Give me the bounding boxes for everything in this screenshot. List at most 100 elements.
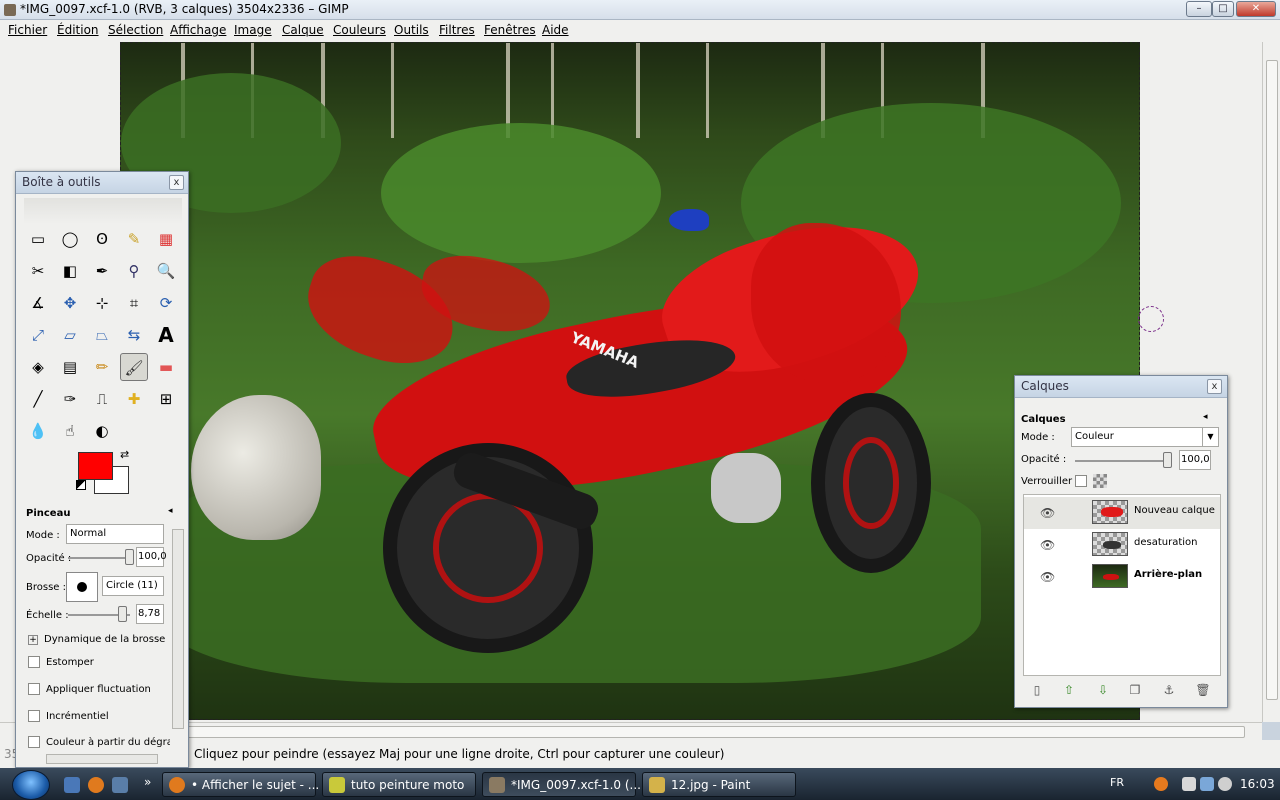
brush-dynamics-label[interactable]: Dynamique de la brosse <box>44 634 165 645</box>
align-icon[interactable]: ⊹ <box>88 289 116 317</box>
heal-icon[interactable]: ✚ <box>120 385 148 413</box>
layer-list[interactable]: 👁 Nouveau calque 👁 desaturation 👁 Arrièr… <box>1023 494 1221 676</box>
expand-icon[interactable]: + <box>28 635 38 645</box>
ellipse-select-icon[interactable]: ◯ <box>56 225 84 253</box>
vertical-scrollbar[interactable] <box>1262 42 1280 722</box>
layers-close-button[interactable]: x <box>1207 379 1222 394</box>
minimize-button[interactable]: – <box>1186 1 1212 17</box>
eraser-icon[interactable]: ▬ <box>152 353 180 381</box>
scale-value-field[interactable]: 8,78 <box>136 604 164 624</box>
pencil-icon[interactable]: ✏ <box>88 353 116 381</box>
update-icon[interactable] <box>1154 777 1168 791</box>
scale-icon[interactable]: ⤢ <box>24 321 52 349</box>
foreground-color-swatch-top[interactable] <box>78 452 113 480</box>
language-indicator[interactable]: FR <box>1110 776 1124 789</box>
eye-icon[interactable]: 👁 <box>1040 538 1055 552</box>
quicklaunch-more-icon[interactable]: » <box>144 775 151 789</box>
layer-row[interactable]: 👁 desaturation <box>1024 529 1220 561</box>
brush-name-field[interactable]: Circle (11) <box>102 576 164 596</box>
clone-icon[interactable]: ⎍ <box>88 385 116 413</box>
menu-couleurs[interactable]: Couleurs <box>333 23 386 37</box>
volume-icon[interactable] <box>1218 777 1232 791</box>
chevron-down-icon[interactable]: ▼ <box>1202 428 1218 446</box>
network-icon[interactable] <box>1200 777 1214 791</box>
paintbrush-icon[interactable]: 🖌 <box>120 353 148 381</box>
start-button[interactable] <box>12 770 50 800</box>
scissors-icon[interactable]: ✂ <box>24 257 52 285</box>
menu-edition[interactable]: Édition <box>57 23 99 37</box>
layers-mode-select[interactable]: Couleur ▼ <box>1071 427 1219 447</box>
task-paint[interactable]: 12.jpg - Paint <box>642 772 796 797</box>
duplicate-layer-icon[interactable]: ❐ <box>1127 682 1143 698</box>
layers-opacity-slider-track[interactable] <box>1075 460 1171 462</box>
perspective-icon[interactable]: ⏢ <box>88 321 116 349</box>
layers-titlebar[interactable]: Calques x <box>1015 376 1227 398</box>
clock[interactable]: 16:03 <box>1240 777 1275 791</box>
free-select-icon[interactable]: ʘ <box>88 225 116 253</box>
mode-select[interactable]: Normal <box>66 524 164 544</box>
bucket-fill-icon[interactable]: ◈ <box>24 353 52 381</box>
menu-selection[interactable]: Sélection <box>108 23 163 37</box>
foreground-select-icon[interactable]: ◧ <box>56 257 84 285</box>
crop-icon[interactable]: ⌗ <box>120 289 148 317</box>
delete-layer-icon[interactable]: 🗑 <box>1195 682 1211 698</box>
menu-fenetres[interactable]: Fenêtres <box>484 23 536 37</box>
opacity-value-field[interactable]: 100,0 <box>136 547 167 567</box>
text-icon[interactable]: A <box>152 321 180 349</box>
tool-options-scrollbar[interactable] <box>172 529 184 729</box>
dodge-burn-icon[interactable]: ◐ <box>88 417 116 445</box>
ink-icon[interactable]: ✑ <box>56 385 84 413</box>
move-icon[interactable]: ✥ <box>56 289 84 317</box>
firefox-icon[interactable] <box>88 777 104 793</box>
layer-row[interactable]: 👁 Arrière-plan <box>1024 561 1220 593</box>
measure-icon[interactable]: ∡ <box>24 289 52 317</box>
image-canvas[interactable]: YAMAHA <box>120 42 1140 720</box>
paths-icon[interactable]: ✒ <box>88 257 116 285</box>
color-picker-icon[interactable]: ⚲ <box>120 257 148 285</box>
smudge-icon[interactable]: ☝ <box>56 417 84 445</box>
show-desktop-icon[interactable] <box>64 777 80 793</box>
lower-layer-icon[interactable]: ⇩ <box>1095 682 1111 698</box>
task-gimp[interactable]: *IMG_0097.xcf-1.0 (... <box>482 772 641 797</box>
blend-icon[interactable]: ▤ <box>56 353 84 381</box>
estomper-checkbox[interactable] <box>28 656 40 668</box>
lock-alpha-icon[interactable] <box>1093 474 1107 488</box>
toolbox-titlebar[interactable]: Boîte à outils x <box>16 172 188 194</box>
layers-opacity-value[interactable]: 100,0 <box>1179 450 1211 470</box>
perspective-clone-icon[interactable]: ⊞ <box>152 385 180 413</box>
default-colors-icon[interactable] <box>76 480 86 490</box>
horizontal-scrollbar[interactable] <box>0 722 1262 740</box>
menu-outils[interactable]: Outils <box>394 23 429 37</box>
anchor-layer-icon[interactable]: ⚓ <box>1161 682 1177 698</box>
toolbox-close-button[interactable]: x <box>169 175 184 190</box>
airbrush-icon[interactable]: ╱ <box>24 385 52 413</box>
eye-icon[interactable]: 👁 <box>1040 506 1055 520</box>
menu-affichage[interactable]: Affichage <box>170 23 226 37</box>
layers-opacity-slider-knob[interactable] <box>1163 452 1172 468</box>
tool-options-hscrollbar[interactable] <box>46 754 158 764</box>
new-layer-icon[interactable]: ▯ <box>1029 682 1045 698</box>
menu-filtres[interactable]: Filtres <box>439 23 475 37</box>
layer-row[interactable]: 👁 Nouveau calque <box>1024 497 1220 529</box>
fuzzy-select-icon[interactable]: ✎ <box>120 225 148 253</box>
flip-icon[interactable]: ⇆ <box>120 321 148 349</box>
layers-panel-menu-icon[interactable]: ◂ <box>1203 412 1208 422</box>
brush-preview[interactable] <box>66 572 98 602</box>
incremental-checkbox[interactable] <box>28 710 40 722</box>
lock-pixels-checkbox[interactable] <box>1075 475 1087 487</box>
gradient-color-checkbox[interactable] <box>28 736 40 748</box>
swap-colors-icon[interactable]: ⇄ <box>120 448 129 461</box>
opacity-slider-knob[interactable] <box>125 549 134 565</box>
vertical-scroll-thumb[interactable] <box>1266 60 1278 700</box>
rect-select-icon[interactable]: ▭ <box>24 225 52 253</box>
menu-fichier[interactable]: Fichier <box>8 23 47 37</box>
switch-windows-icon[interactable] <box>112 777 128 793</box>
horizontal-scroll-thumb[interactable] <box>15 726 1245 738</box>
notification-icon[interactable] <box>1182 777 1196 791</box>
fluctuation-checkbox[interactable] <box>28 683 40 695</box>
blur-icon[interactable]: 💧 <box>24 417 52 445</box>
by-color-select-icon[interactable]: ▦ <box>152 225 180 253</box>
maximize-button[interactable]: □ <box>1212 1 1234 17</box>
raise-layer-icon[interactable]: ⇧ <box>1061 682 1077 698</box>
shear-icon[interactable]: ▱ <box>56 321 84 349</box>
